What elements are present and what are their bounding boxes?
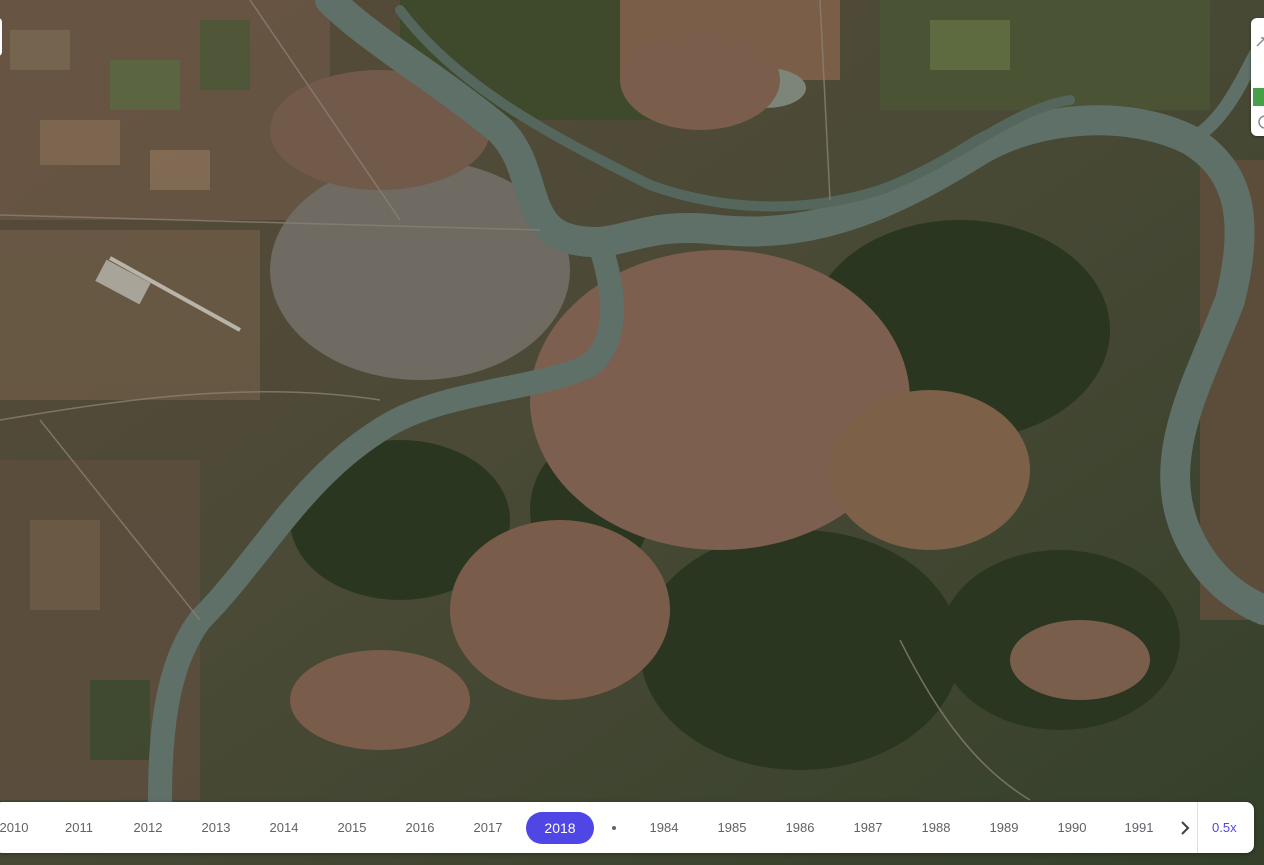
year-2016[interactable]: 2016	[406, 802, 435, 853]
timeline-next-button[interactable]	[1174, 813, 1196, 843]
year-selected[interactable]: 2018	[526, 812, 594, 844]
year-1991[interactable]: 1991	[1125, 802, 1154, 853]
year-1987[interactable]: 1987	[854, 802, 883, 853]
year-1985[interactable]: 1985	[718, 802, 747, 853]
map-controls-panel[interactable]	[1251, 18, 1264, 136]
settings-icon[interactable]	[1258, 115, 1264, 129]
timeline-separator-dot	[612, 826, 616, 830]
map-controls-icons	[1253, 37, 1264, 129]
year-2010[interactable]: 2010	[0, 802, 28, 853]
year-1988[interactable]: 1988	[922, 802, 951, 853]
chevron-right-icon	[1181, 821, 1190, 835]
year-1984[interactable]: 1984	[650, 802, 679, 853]
satellite-map[interactable]	[0, 0, 1264, 865]
year-1986[interactable]: 1986	[786, 802, 815, 853]
year-1989[interactable]: 1989	[990, 802, 1019, 853]
expand-icon[interactable]	[1256, 37, 1264, 47]
year-2015[interactable]: 2015	[338, 802, 367, 853]
year-2017[interactable]: 2017	[474, 802, 503, 853]
year-2012[interactable]: 2012	[134, 802, 163, 853]
year-2013[interactable]: 2013	[202, 802, 231, 853]
map-control-left[interactable]	[0, 18, 2, 56]
timeline-divider	[1197, 802, 1198, 853]
layers-icon[interactable]	[1253, 88, 1264, 106]
year-1990[interactable]: 1990	[1058, 802, 1087, 853]
year-2014[interactable]: 2014	[270, 802, 299, 853]
speed-button[interactable]: 0.5x	[1212, 802, 1237, 853]
year-2011[interactable]: 2011	[65, 802, 93, 853]
